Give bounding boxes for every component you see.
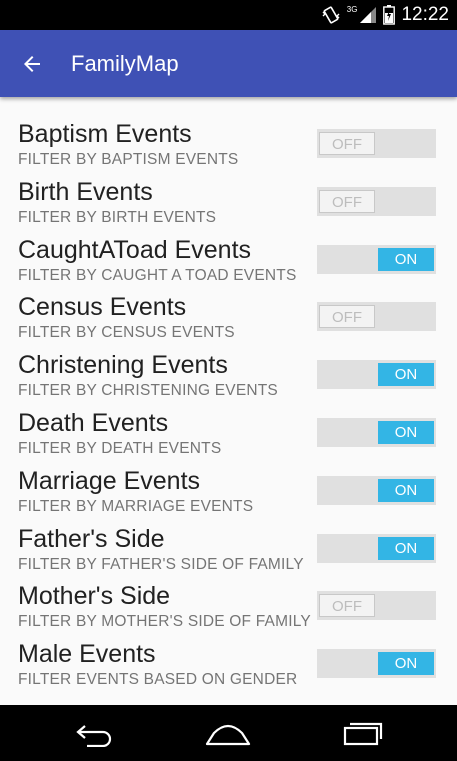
filter-title: CaughtAToad Events: [18, 235, 252, 264]
vibrate-icon: [322, 6, 340, 24]
toggle-label: ON: [378, 420, 434, 444]
filter-toggle[interactable]: OFF: [317, 302, 436, 332]
filter-row: Baptism Events FILTER BY BAPTISM EVENTS OF…: [0, 119, 457, 177]
toggle-label: ON: [378, 247, 434, 271]
filter-subtitle: FILTER BY CHRISTENING EVENTS: [18, 382, 278, 400]
filter-row: Mother's Side FILTER BY MOTHER'S SIDE OF …: [0, 581, 457, 639]
filter-list[interactable]: Baptism Events FILTER BY BAPTISM EVENTS OF…: [0, 97, 457, 685]
filter-row: Census Events FILTER BY CENSUS EVENTS OFF: [0, 292, 457, 350]
signal-icon: [360, 7, 377, 23]
network-type: 3G: [346, 4, 358, 14]
battery-icon: [383, 5, 396, 25]
filter-title: Christening Events: [18, 351, 228, 380]
filter-subtitle: FILTER BY BIRTH EVENTS: [18, 208, 217, 226]
nav-recents-icon: [343, 722, 383, 746]
filter-title: Death Events: [18, 408, 169, 437]
filter-subtitle: FILTER BY CENSUS EVENTS: [18, 324, 235, 342]
filter-row: Father's Side FILTER BY FATHER'S SIDE OF …: [0, 524, 457, 582]
filter-row: Birth Events FILTER BY BIRTH EVENTS OFF: [0, 177, 457, 235]
filter-toggle[interactable]: OFF: [317, 591, 436, 621]
app-bar: FamilyMap: [0, 30, 457, 97]
toggle-label: ON: [378, 652, 434, 676]
filter-title: Mother's Side: [18, 582, 171, 611]
toggle-label: ON: [378, 536, 434, 560]
filter-title: Census Events: [18, 293, 187, 322]
toggle-label: ON: [378, 478, 434, 502]
back-button[interactable]: [12, 44, 52, 84]
filter-title: Marriage Events: [18, 466, 201, 495]
filter-title: Baptism Events: [18, 120, 192, 148]
filter-subtitle: FILTER BY CAUGHT A TOAD EVENTS: [18, 266, 297, 284]
filter-toggle[interactable]: ON: [317, 360, 436, 390]
page-title: FamilyMap: [71, 51, 179, 76]
nav-back-button[interactable]: [60, 705, 130, 761]
filter-toggle[interactable]: ON: [317, 475, 436, 505]
filter-toggle[interactable]: OFF: [317, 186, 436, 216]
filter-subtitle: FILTER BY MARRIAGE EVENTS: [18, 497, 254, 515]
filter-subtitle: FILTER BY MOTHER'S SIDE OF FAMILY: [18, 613, 311, 631]
nav-home-icon: [205, 724, 251, 746]
toggle-label: OFF: [319, 189, 375, 213]
toggle-label: OFF: [319, 132, 375, 155]
toggle-label: OFF: [319, 305, 375, 329]
navigation-bar: [0, 705, 457, 761]
filter-rows: Baptism Events FILTER BY BAPTISM EVENTS OF…: [0, 119, 457, 685]
filter-toggle[interactable]: ON: [317, 533, 436, 563]
status-time: 12:22: [401, 4, 449, 25]
toggle-label: ON: [378, 363, 434, 387]
filter-subtitle: FILTER BY BAPTISM EVENTS: [18, 151, 239, 168]
filter-row: CaughtAToad Events FILTER BY CAUGHT A TOA…: [0, 235, 457, 293]
filter-toggle[interactable]: ON: [317, 244, 436, 274]
status-icons: 3G 12:22: [321, 0, 449, 30]
filter-title: Father's Side: [18, 524, 165, 553]
arrow-back-icon: [24, 56, 40, 72]
filter-toggle[interactable]: ON: [317, 417, 436, 447]
nav-back-icon: [76, 725, 112, 747]
filter-title: Birth Events: [18, 177, 153, 206]
filter-row: Marriage Events FILTER BY MARRIAGE EVENTS…: [0, 466, 457, 524]
nav-home-button[interactable]: [193, 705, 263, 761]
toggle-label: OFF: [319, 594, 375, 618]
filter-title: Male Events: [18, 640, 156, 669]
filter-row: Death Events FILTER BY DEATH EVENTS ON: [0, 408, 457, 466]
nav-recents-button[interactable]: [328, 705, 398, 761]
filter-toggle[interactable]: OFF: [317, 129, 436, 158]
filter-subtitle: FILTER BY FATHER'S SIDE OF FAMILY: [18, 555, 304, 573]
filter-subtitle: FILTER BY DEATH EVENTS: [18, 439, 222, 457]
status-bar: 3G 12:22: [0, 0, 457, 30]
filter-row: Christening Events FILTER BY CHRISTENING …: [0, 350, 457, 408]
filter-subtitle: FILTER EVENTS BASED ON GENDER: [18, 671, 298, 685]
filter-toggle[interactable]: ON: [317, 649, 436, 679]
filter-row: Male Events FILTER EVENTS BASED ON GENDER…: [0, 639, 457, 685]
